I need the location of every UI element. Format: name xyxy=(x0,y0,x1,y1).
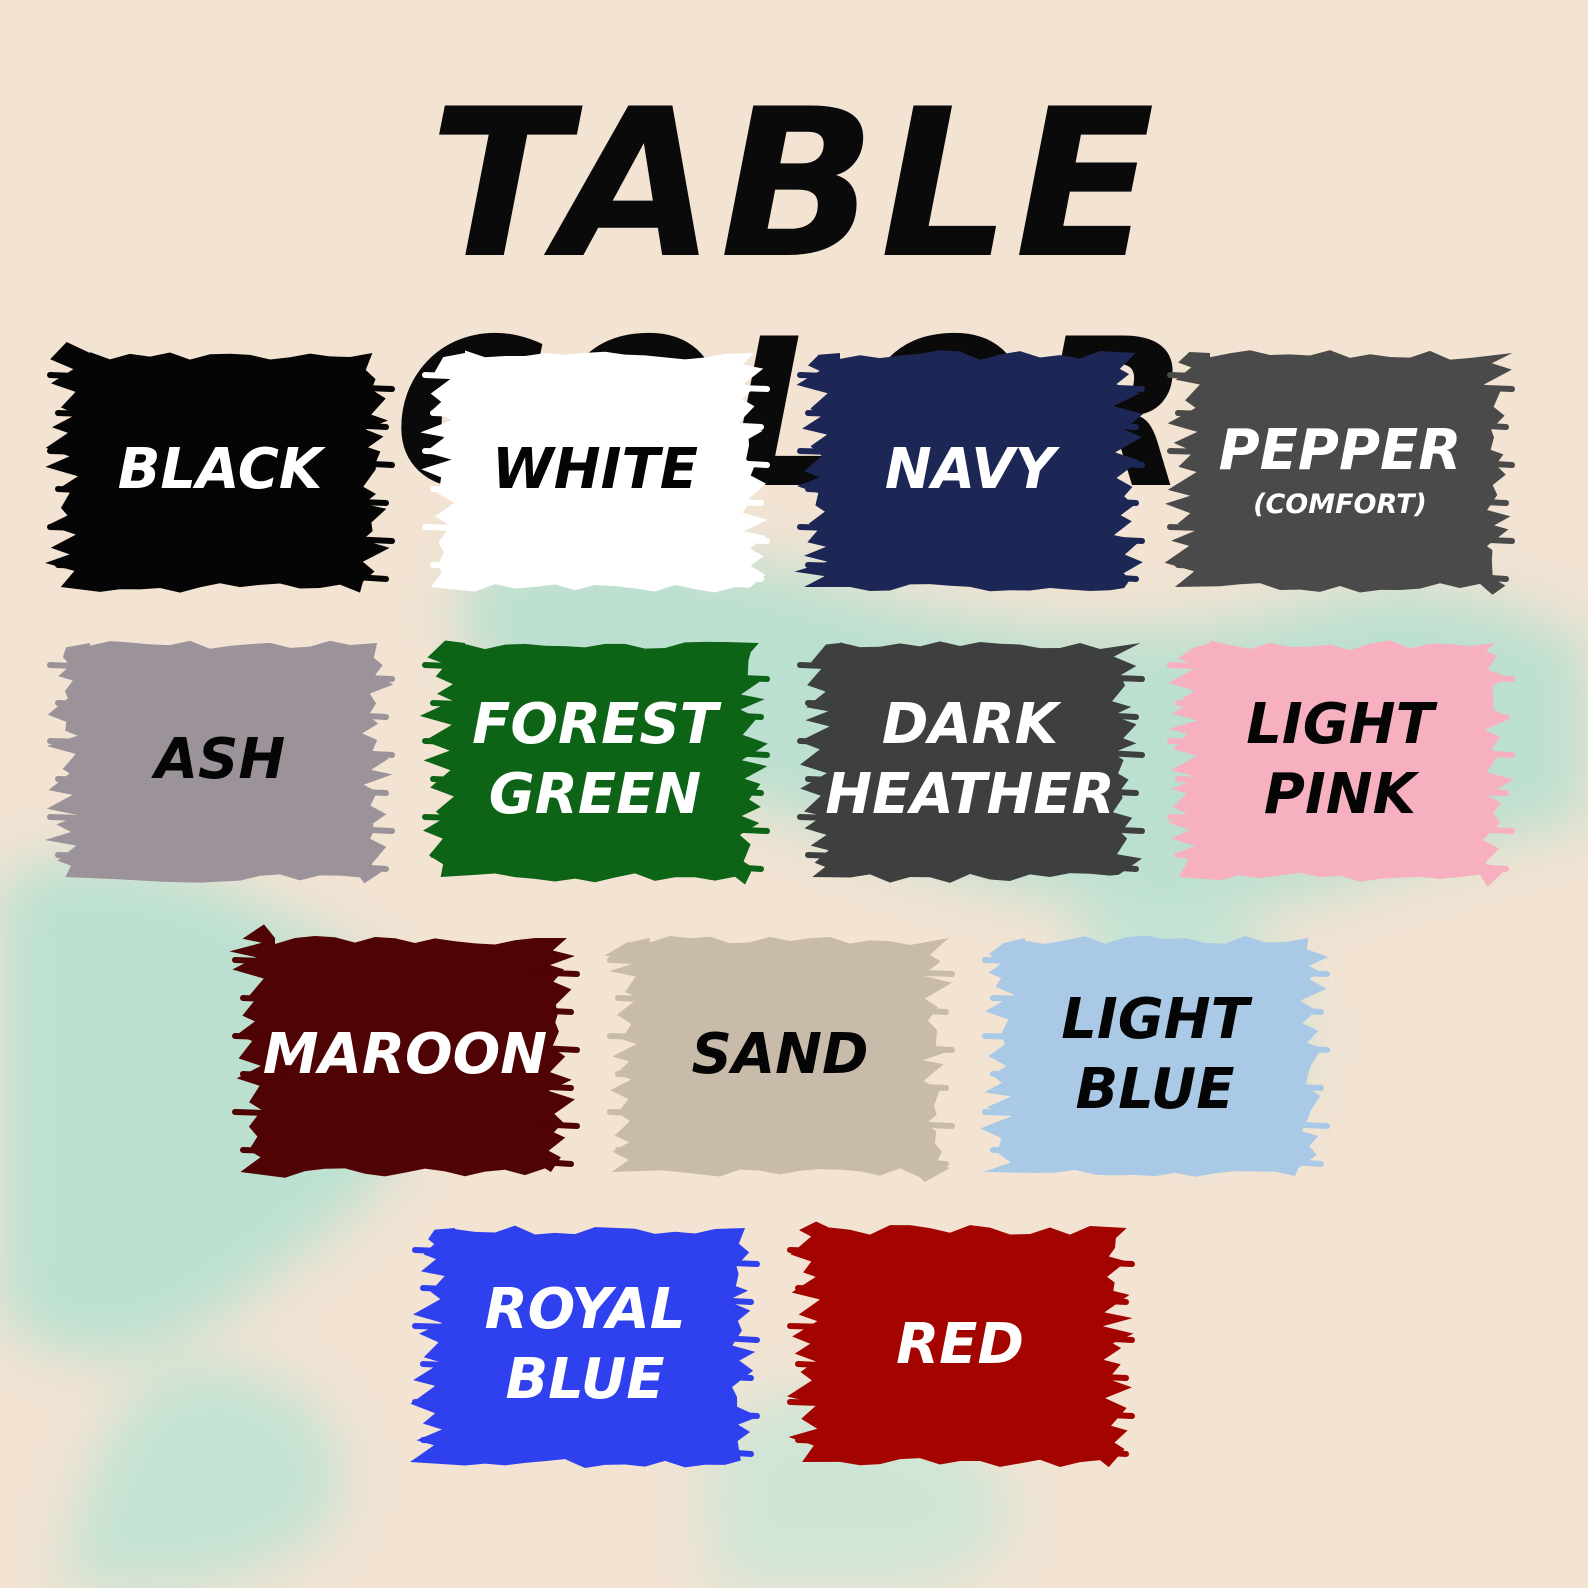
swatch-label-line: GREEN xyxy=(488,762,702,827)
swatch-label-line: MAROON xyxy=(262,1022,548,1087)
swatch-light-blue: LIGHT BLUE xyxy=(975,920,1335,1190)
swatch-label: RED xyxy=(780,1210,1140,1480)
swatch-label: ROYAL BLUE xyxy=(405,1210,765,1480)
swatch-label-line: BLUE xyxy=(505,1347,665,1412)
swatch-light-pink: LIGHT PINK xyxy=(1160,625,1520,895)
swatch-label: ASH xyxy=(40,625,400,895)
swatch-label-line: ASH xyxy=(154,727,286,792)
swatch-pepper: PEPPER (COMFORT) xyxy=(1160,335,1520,605)
swatch-label-line: BLACK xyxy=(117,437,323,502)
swatch-label: NAVY xyxy=(790,335,1150,605)
swatch-royal-blue: ROYAL BLUE xyxy=(405,1210,765,1480)
swatch-label-line: DARK xyxy=(881,692,1059,757)
swatch-label: FOREST GREEN xyxy=(415,625,775,895)
swatch-navy: NAVY xyxy=(790,335,1150,605)
swatch-label: MAROON xyxy=(225,920,585,1190)
swatch-label-line: PEPPER xyxy=(1218,418,1462,483)
swatch-label: LIGHT BLUE xyxy=(975,920,1335,1190)
swatch-label-line: NAVY xyxy=(884,437,1056,502)
swatch-label-line: ROYAL xyxy=(484,1277,686,1342)
swatch-dark-heather: DARK HEATHER xyxy=(790,625,1150,895)
swatch-label: DARK HEATHER xyxy=(790,625,1150,895)
swatch-ash: ASH xyxy=(40,625,400,895)
swatch-sublabel: (COMFORT) xyxy=(1253,489,1427,520)
swatch-label: LIGHT PINK xyxy=(1160,625,1520,895)
swatch-label-line: PINK xyxy=(1263,762,1417,827)
swatch-label-line: RED xyxy=(896,1312,1024,1377)
swatch-label: SAND xyxy=(600,920,960,1190)
swatch-label-line: LIGHT xyxy=(1246,692,1434,757)
swatch-label: BLACK xyxy=(40,335,400,605)
swatch-sand: SAND xyxy=(600,920,960,1190)
swatch-label-line: HEATHER xyxy=(825,762,1115,827)
swatch-forest-green: FOREST GREEN xyxy=(415,625,775,895)
swatch-label-line: BLUE xyxy=(1075,1057,1235,1122)
swatch-maroon: MAROON xyxy=(225,920,585,1190)
swatch-label: WHITE xyxy=(415,335,775,605)
swatch-label-line: FOREST xyxy=(472,692,718,757)
swatch-label-line: WHITE xyxy=(492,437,698,502)
swatch-label-line: LIGHT xyxy=(1061,987,1249,1052)
swatch-white: WHITE xyxy=(415,335,775,605)
swatch-label-line: SAND xyxy=(691,1022,869,1087)
swatch-label: PEPPER (COMFORT) xyxy=(1160,335,1520,605)
swatch-black: BLACK xyxy=(40,335,400,605)
swatch-red: RED xyxy=(780,1210,1140,1480)
